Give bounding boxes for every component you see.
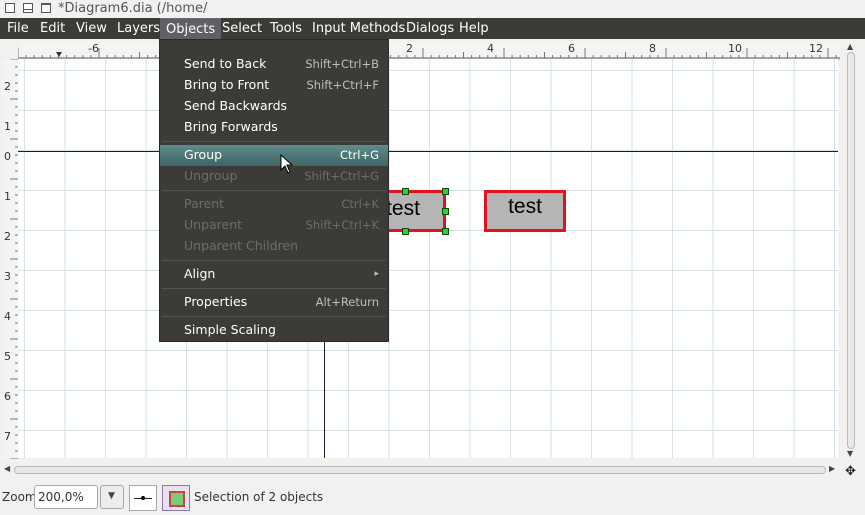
vertical-scrollbar[interactable]: ▲ ▼ [845, 42, 857, 459]
menu-layers[interactable]: Layers [117, 20, 160, 37]
selection-handle[interactable] [442, 208, 449, 215]
vruler-label: 0 [4, 150, 11, 163]
menu-item-simple-scaling[interactable]: Simple Scaling [160, 320, 388, 341]
minimize-window-icon[interactable] [23, 3, 33, 13]
menu-item-send-to-back[interactable]: Send to Back Shift+Ctrl+B [160, 54, 388, 75]
vruler-label: 3 [4, 270, 11, 283]
hruler-label: 12 [809, 42, 823, 55]
maximize-window-icon[interactable] [41, 3, 51, 13]
vruler-label: 1 [4, 190, 11, 203]
selection-handle[interactable] [442, 228, 449, 235]
scroll-down-icon[interactable]: ▼ [847, 449, 853, 458]
hruler-label: -6 [88, 42, 99, 55]
close-window-icon[interactable] [5, 3, 15, 13]
menu-separator [162, 288, 386, 289]
menu-help[interactable]: Help [459, 20, 489, 37]
vertical-scroll-trough[interactable] [847, 52, 855, 449]
menu-item-properties[interactable]: Properties Alt+Return [160, 292, 388, 313]
vruler-label: 6 [4, 390, 11, 403]
selection-handle[interactable] [402, 228, 409, 235]
menu-separator [162, 141, 386, 142]
statusbar: Zoom 200,0% ▼ Selection of 2 objects [0, 482, 865, 515]
menu-select[interactable]: Select [222, 20, 262, 37]
menu-input-methods[interactable]: Input Methods [312, 20, 405, 37]
hruler-label: 6 [568, 42, 575, 55]
menu-objects[interactable]: Objects [160, 18, 222, 40]
menu-item-send-backwards[interactable]: Send Backwards [160, 96, 388, 117]
snap-point-icon [141, 496, 145, 500]
horizontal-ruler: -6 2 4 6 8 10 12 [18, 42, 840, 60]
vruler-label: 2 [4, 80, 11, 93]
horizontal-guide [18, 151, 838, 152]
navigate-move-icon[interactable]: ✥ [845, 464, 856, 479]
snap-to-grid-toggle[interactable] [129, 485, 157, 511]
selection-status-text: Selection of 2 objects [194, 490, 324, 504]
vruler-label: 7 [4, 430, 11, 443]
menu-item-unparent[interactable]: Unparent Shift+Ctrl+K [160, 215, 388, 236]
hruler-label: 10 [728, 42, 742, 55]
scroll-right-icon[interactable]: ▶ [829, 464, 835, 473]
submenu-arrow-icon: ▸ [374, 269, 379, 279]
chevron-down-icon: ▼ [108, 491, 115, 501]
menu-view[interactable]: View [76, 20, 107, 37]
menubar: File Edit View Layers Objects Select Too… [0, 18, 865, 40]
menu-item-align[interactable]: Align ▸ [160, 264, 388, 285]
menu-item-ungroup[interactable]: Ungroup Shift+Ctrl+G [160, 166, 388, 187]
horizontal-scrollbar[interactable]: ◀ ▶ [4, 463, 839, 477]
zoom-value: 200,0% [38, 490, 84, 504]
menu-item-parent[interactable]: Parent Ctrl+K [160, 194, 388, 215]
menu-file[interactable]: File [7, 20, 29, 37]
selection-handle[interactable] [442, 188, 449, 195]
zoom-label: Zoom [2, 490, 37, 504]
window-title: *Diagram6.dia (/home/ [58, 1, 208, 16]
hruler-ticks [18, 48, 840, 59]
menu-item-bring-to-front[interactable]: Bring to Front Shift+Ctrl+F [160, 75, 388, 96]
box-text: test [508, 195, 542, 218]
zoom-dropdown-button[interactable]: ▼ [100, 485, 124, 509]
vertical-ruler: 2 1 0 1 2 3 4 5 6 7 [3, 59, 19, 459]
vruler-label: 2 [4, 230, 11, 243]
snap-object-icon [169, 491, 185, 507]
hruler-label: 8 [649, 42, 656, 55]
selection-handle[interactable] [402, 188, 409, 195]
scroll-up-icon[interactable]: ▲ [847, 42, 853, 51]
menu-separator [162, 316, 386, 317]
menu-dialogs[interactable]: Dialogs [406, 20, 454, 37]
zoom-input[interactable]: 200,0% [34, 485, 98, 509]
menu-separator [162, 260, 386, 261]
scroll-left-icon[interactable]: ◀ [4, 464, 10, 473]
vruler-label: 1 [4, 120, 11, 133]
menu-edit[interactable]: Edit [40, 20, 65, 37]
objects-menu: Send to Back Shift+Ctrl+B Bring to Front… [159, 39, 389, 342]
horizontal-scroll-trough[interactable] [14, 466, 826, 474]
hruler-label: 2 [406, 42, 413, 55]
menu-separator [162, 190, 386, 191]
menu-item-unparent-children[interactable]: Unparent Children [160, 236, 388, 257]
menu-item-bring-forwards[interactable]: Bring Forwards [160, 117, 388, 138]
ruler-pointer-icon [56, 52, 62, 57]
mouse-cursor-icon [280, 154, 294, 174]
snap-to-objects-toggle[interactable] [162, 485, 190, 511]
hruler-label: 4 [487, 42, 494, 55]
window-titlebar: *Diagram6.dia (/home/ [0, 0, 865, 18]
vruler-label: 4 [4, 310, 11, 323]
diagram-box[interactable]: test [484, 190, 566, 232]
box-text: test [386, 197, 420, 220]
diagram-canvas[interactable]: test test [18, 59, 838, 458]
menu-item-group[interactable]: Group Ctrl+G [160, 145, 388, 166]
menu-tools[interactable]: Tools [270, 20, 302, 37]
vruler-label: 5 [4, 350, 11, 363]
